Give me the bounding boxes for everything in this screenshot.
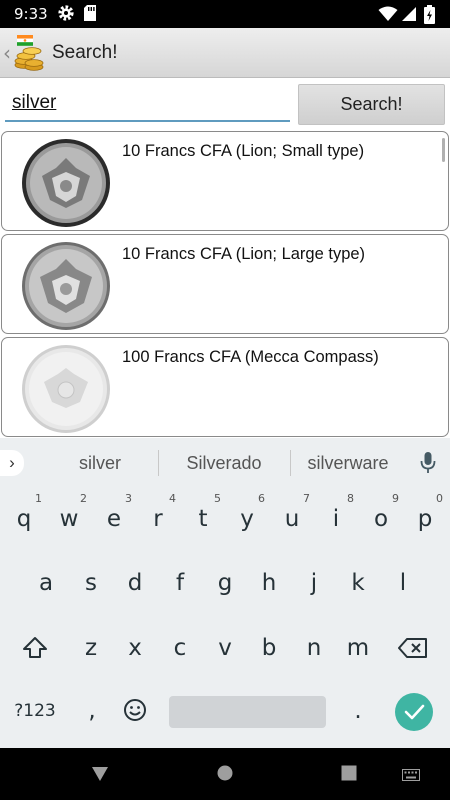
key-l[interactable]: l (381, 558, 425, 608)
key-r[interactable]: r4 (136, 492, 180, 544)
key-label: u (284, 506, 300, 532)
key-o[interactable]: o9 (359, 492, 403, 544)
symbols-key[interactable]: ?123 (6, 686, 64, 736)
suggestion-2[interactable]: Silverado (159, 453, 289, 474)
nav-bar (0, 748, 450, 800)
key-s[interactable]: s (69, 558, 113, 608)
backspace-icon[interactable] (391, 623, 435, 673)
key-label: p (417, 506, 433, 532)
list-item[interactable]: 10 Francs CFA (Lion; Small type) (1, 131, 449, 231)
result-name: 10 Francs CFA (Lion; Large type) (122, 245, 366, 263)
key-i[interactable]: i8 (314, 492, 358, 544)
status-bar: 9:33 (0, 0, 450, 28)
key-t[interactable]: t5 (181, 492, 225, 544)
key-label: q (16, 506, 32, 532)
signal-icon (401, 6, 417, 27)
key-hint: 1 (35, 492, 42, 505)
key-w[interactable]: w2 (47, 492, 91, 544)
search-input[interactable]: silver (5, 88, 290, 122)
battery-icon (424, 5, 435, 29)
app-bar: ‹ Search! (0, 28, 450, 78)
key-hint: 2 (80, 492, 87, 505)
key-b[interactable]: b (247, 623, 291, 673)
key-label: y (240, 506, 254, 532)
result-name: 10 Francs CFA (Lion; Small type) (122, 142, 365, 160)
key-z[interactable]: z (69, 623, 113, 673)
results-list[interactable]: 10 Francs CFA (Lion; Small type) 10 Fran… (0, 130, 450, 438)
key-g[interactable]: g (203, 558, 247, 608)
key-label: e (106, 506, 122, 532)
key-m[interactable]: m (336, 623, 380, 673)
key-label: t (198, 506, 208, 532)
key-hint: 4 (169, 492, 176, 505)
key-h[interactable]: h (247, 558, 291, 608)
key-j[interactable]: j (292, 558, 336, 608)
key-hint: 3 (125, 492, 132, 505)
status-time: 9:33 (14, 5, 48, 23)
key-hint: 0 (436, 492, 443, 505)
coin-image (20, 344, 112, 434)
key-a[interactable]: a (24, 558, 68, 608)
key-hint: 9 (392, 492, 399, 505)
key-label: i (332, 506, 340, 532)
enter-check-icon[interactable] (395, 693, 433, 731)
key-c[interactable]: c (158, 623, 202, 673)
period-key[interactable]: . (336, 686, 380, 736)
key-y[interactable]: y6 (225, 492, 269, 544)
key-f[interactable]: f (158, 558, 202, 608)
coin-image (20, 241, 112, 331)
comma-key[interactable]: , (70, 686, 114, 736)
suggestion-bar: › silver Silverado silverware (0, 438, 450, 488)
key-x[interactable]: x (113, 623, 157, 673)
back-chevron-icon[interactable]: ‹ (3, 41, 11, 65)
wifi-icon (378, 6, 398, 27)
suggestion-3[interactable]: silverware (283, 453, 413, 474)
result-name: 100 Francs CFA (Mecca Compass) (122, 348, 379, 366)
key-e[interactable]: e3 (92, 492, 136, 544)
key-label: r (153, 506, 163, 532)
gear-icon (57, 4, 75, 27)
key-hint: 5 (214, 492, 221, 505)
key-hint: 6 (258, 492, 265, 505)
key-hint: 7 (303, 492, 310, 505)
key-hint: 8 (347, 492, 354, 505)
home-circle-icon[interactable] (217, 765, 233, 786)
key-p[interactable]: p0 (403, 492, 447, 544)
expand-arrow-icon[interactable]: › (0, 450, 24, 476)
mic-icon[interactable] (420, 451, 436, 480)
app-logo-icon[interactable] (14, 34, 44, 72)
key-q[interactable]: q1 (2, 492, 46, 544)
key-u[interactable]: u7 (270, 492, 314, 544)
coin-image (20, 138, 112, 228)
key-k[interactable]: k (336, 558, 380, 608)
key-d[interactable]: d (113, 558, 157, 608)
keyboard: q1 w2 e3 r4 t5 y6 u7 i8 o9 p0 a s d f g … (0, 488, 450, 748)
key-v[interactable]: v (203, 623, 247, 673)
key-n[interactable]: n (292, 623, 336, 673)
search-input-value: silver (12, 92, 57, 113)
page-title: Search! (52, 42, 118, 63)
search-row: silver Search! (0, 78, 450, 130)
shift-icon[interactable] (13, 623, 57, 673)
keyboard-switch-icon[interactable] (402, 768, 420, 786)
list-item[interactable]: 100 Francs CFA (Mecca Compass) (1, 337, 449, 437)
key-label: o (373, 506, 389, 532)
list-item[interactable]: 10 Francs CFA (Lion; Large type) (1, 234, 449, 334)
suggestion-1[interactable]: silver (35, 453, 165, 474)
sd-card-icon (83, 4, 97, 27)
search-button[interactable]: Search! (298, 84, 445, 125)
key-label: w (59, 506, 79, 532)
scrollbar[interactable] (442, 138, 445, 162)
back-triangle-icon[interactable] (91, 766, 109, 787)
emoji-icon[interactable] (113, 686, 157, 736)
space-key[interactable] (169, 696, 326, 728)
recents-square-icon[interactable] (341, 765, 357, 786)
